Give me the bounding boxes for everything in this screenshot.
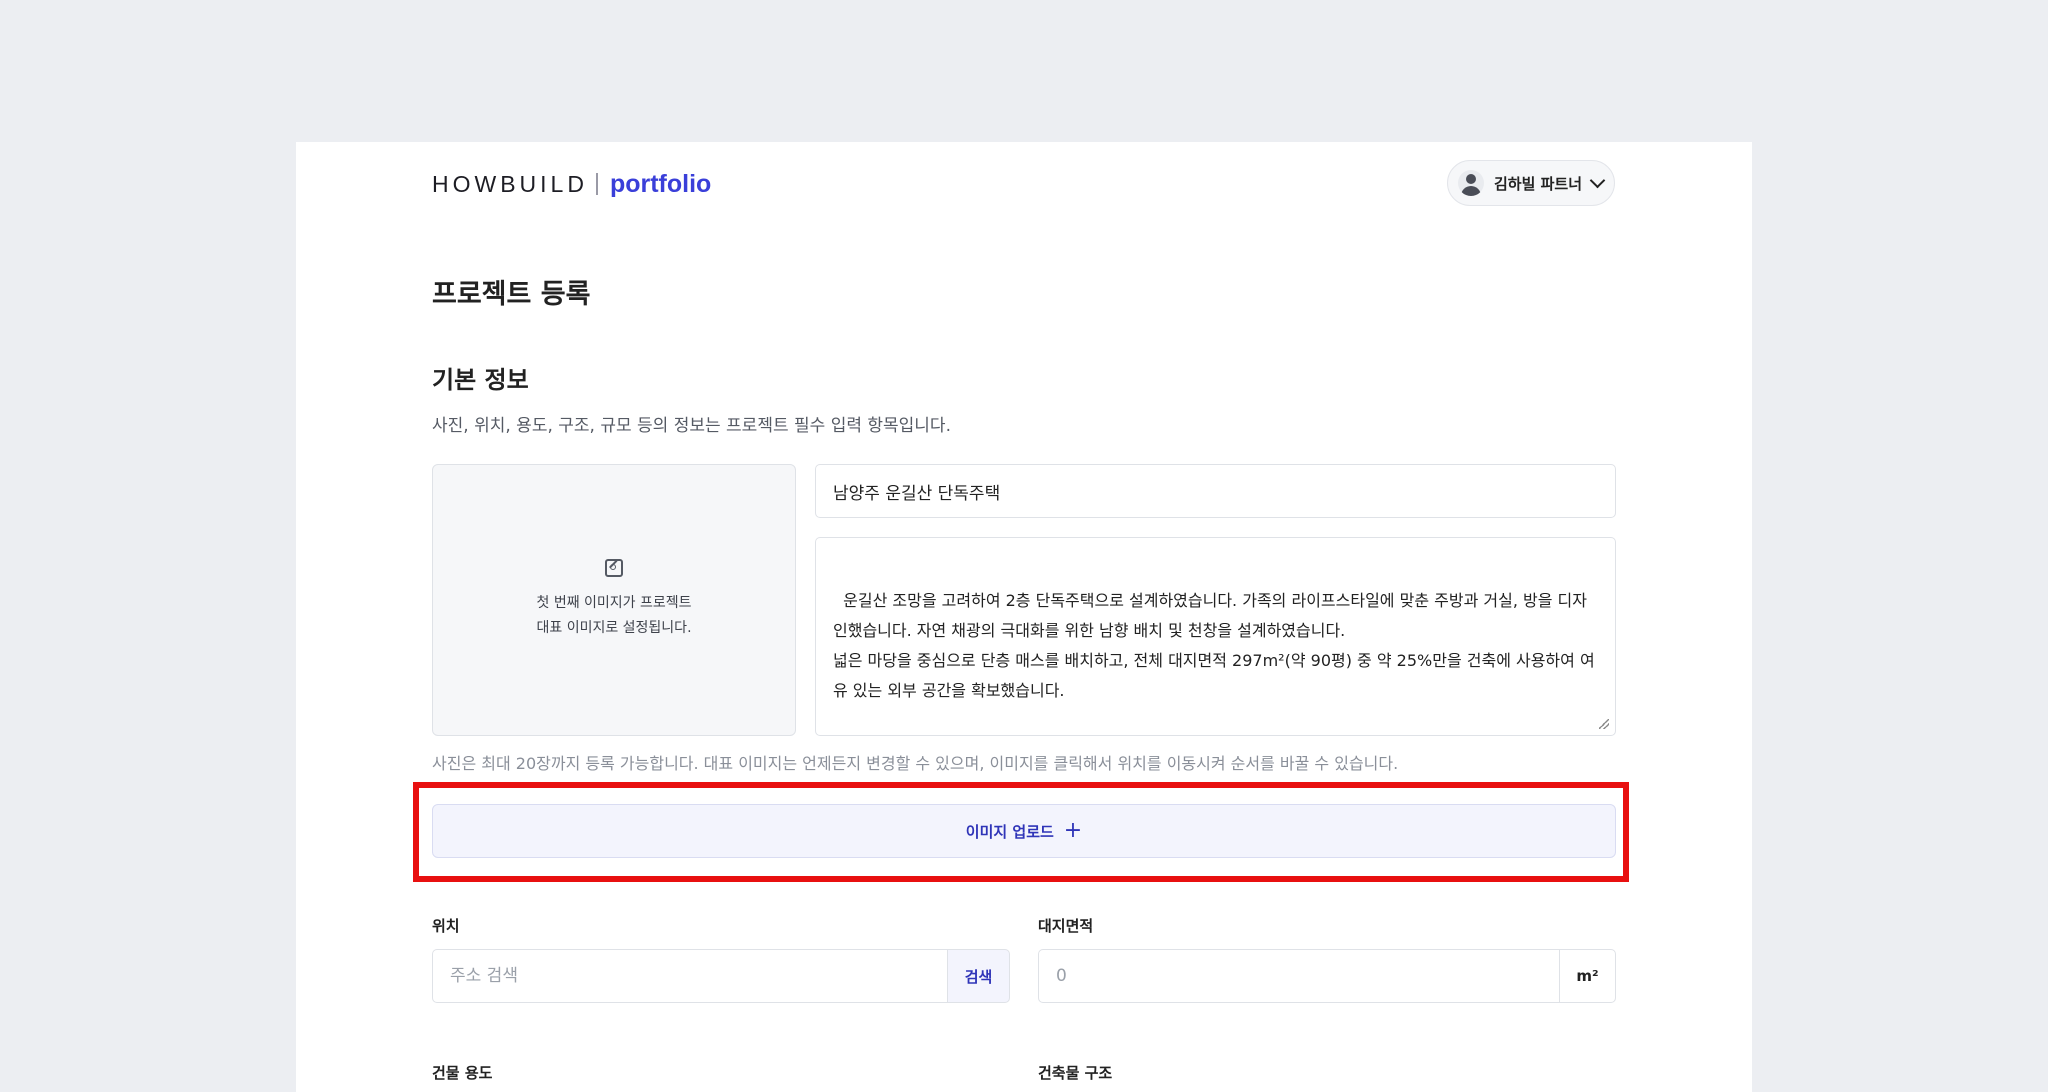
building-structure-label: 건축물 구조 (1038, 1064, 1113, 1082)
logo-sub-text: portfolio (609, 169, 712, 198)
image-icon (605, 559, 623, 577)
plus-icon: + (1063, 818, 1083, 843)
chevron-down-icon (1589, 172, 1606, 188)
logo-main-text: HOWBUILD (432, 170, 588, 197)
address-search-button[interactable]: 검색 (947, 949, 1010, 1003)
building-use-label: 건물 용도 (432, 1064, 493, 1082)
image-drop-area[interactable]: 첫 번째 이미지가 프로젝트 대표 이미지로 설정됩니다. (432, 464, 796, 736)
section-description: 사진, 위치, 용도, 구조, 규모 등의 정보는 프로젝트 필수 입력 항목입… (432, 416, 951, 436)
land-area-unit: m² (1559, 949, 1616, 1003)
avatar-icon (1458, 170, 1484, 196)
user-name: 김하빌 파트너 (1494, 174, 1583, 193)
project-description-textarea[interactable]: 운길산 조망을 고려하여 2층 단독주택으로 설계하였습니다. 가족의 라이프스… (815, 537, 1616, 736)
page-title: 프로젝트 등록 (432, 279, 591, 310)
location-label: 위치 (432, 917, 460, 935)
upload-label: 이미지 업로드 (965, 822, 1054, 841)
land-area-label: 대지면적 (1038, 917, 1094, 935)
land-area-input[interactable] (1038, 949, 1560, 1003)
section-title-basic-info: 기본 정보 (432, 366, 529, 394)
project-name-input[interactable] (815, 464, 1616, 518)
resize-handle-icon[interactable] (1599, 719, 1609, 729)
project-description-text: 운길산 조망을 고려하여 2층 단독주택으로 설계하였습니다. 가족의 라이프스… (833, 591, 1595, 700)
logo-divider (595, 173, 598, 195)
image-upload-button[interactable]: 이미지 업로드 + (432, 804, 1616, 858)
address-search-input[interactable] (432, 949, 948, 1003)
user-menu-button[interactable]: 김하빌 파트너 (1447, 160, 1615, 206)
photo-note: 사진은 최대 20장까지 등록 가능합니다. 대표 이미지는 언제든지 변경할 … (432, 754, 1399, 773)
image-hint-text: 첫 번째 이미지가 프로젝트 대표 이미지로 설정됩니다. (536, 595, 692, 636)
logo[interactable]: HOWBUILD portfolio (432, 168, 711, 200)
